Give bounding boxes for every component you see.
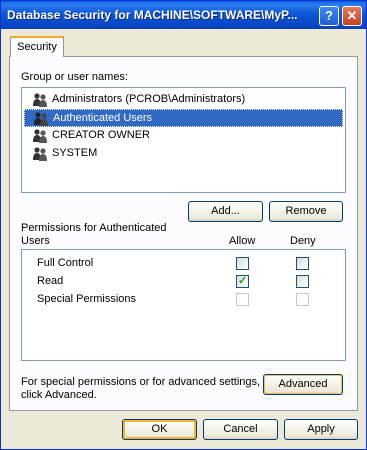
list-item-system[interactable]: SYSTEM xyxy=(24,145,343,163)
deny-column-header: Deny xyxy=(290,235,316,247)
full-control-allow-checkbox[interactable] xyxy=(236,257,249,270)
user-group-icon xyxy=(34,112,48,126)
permission-name: Special Permissions xyxy=(37,293,137,305)
group-or-user-names-label: Group or user names: xyxy=(21,71,128,83)
ok-button[interactable]: OK xyxy=(122,419,197,440)
advanced-hint-line2: click Advanced. xyxy=(21,389,97,401)
window-title: Database Security for MACHINE\SOFTWARE\M… xyxy=(7,8,298,22)
list-item-creator-owner[interactable]: CREATOR OWNER xyxy=(24,127,343,145)
user-group-icon xyxy=(33,93,47,107)
title-bar[interactable]: Database Security for MACHINE\SOFTWARE\M… xyxy=(1,1,366,29)
ok-button-label: OK xyxy=(151,423,168,435)
allow-column-header: Allow xyxy=(229,235,256,247)
tab-security-label: Security xyxy=(17,41,57,53)
full-control-deny-checkbox[interactable] xyxy=(296,257,309,270)
read-allow-checkbox[interactable]: ✓ xyxy=(236,275,249,288)
add-button-label: Add... xyxy=(211,205,240,217)
close-button[interactable]: ✕ xyxy=(342,6,362,26)
read-deny-checkbox[interactable] xyxy=(296,275,309,288)
special-permissions-allow-checkbox xyxy=(236,293,249,306)
permissions-list: Full Control Read ✓ Special Permissions xyxy=(21,249,346,361)
permission-name: Read xyxy=(37,275,64,287)
list-item-label: Administrators (PCROB\Administrators) xyxy=(52,93,246,105)
list-item-label: CREATOR OWNER xyxy=(52,129,150,141)
advanced-button[interactable]: Advanced xyxy=(263,374,343,395)
add-button[interactable]: Add... xyxy=(188,201,263,222)
user-list[interactable]: Administrators (PCROB\Administrators) Au… xyxy=(21,87,346,193)
remove-button[interactable]: Remove xyxy=(269,201,343,222)
apply-button[interactable]: Apply xyxy=(284,419,358,440)
cancel-button[interactable]: Cancel xyxy=(203,419,278,440)
security-dialog: Database Security for MACHINE\SOFTWARE\M… xyxy=(0,0,367,450)
list-item-label: Authenticated Users xyxy=(53,112,153,124)
remove-button-label: Remove xyxy=(285,205,327,217)
help-icon: ? xyxy=(325,8,333,23)
help-button[interactable]: ? xyxy=(319,6,339,26)
apply-button-label: Apply xyxy=(307,423,335,435)
user-group-icon xyxy=(33,129,47,143)
tab-security[interactable]: Security xyxy=(10,36,64,57)
special-permissions-deny-checkbox xyxy=(296,293,309,306)
checkmark-icon: ✓ xyxy=(238,275,248,287)
list-item-administrators[interactable]: Administrators (PCROB\Administrators) xyxy=(24,91,343,109)
permissions-label-line1: Permissions for Authenticated xyxy=(21,222,167,234)
close-icon: ✕ xyxy=(346,8,358,23)
list-item-label: SYSTEM xyxy=(52,147,98,159)
advanced-button-label: Advanced xyxy=(278,378,328,390)
advanced-hint-line1: For special permissions or for advanced … xyxy=(21,376,261,388)
user-group-icon xyxy=(33,147,47,161)
list-item-authenticated-users[interactable]: Authenticated Users xyxy=(24,109,343,127)
cancel-button-label: Cancel xyxy=(223,423,258,435)
permission-name: Full Control xyxy=(37,257,94,269)
permissions-label-line2: Users xyxy=(21,235,50,247)
